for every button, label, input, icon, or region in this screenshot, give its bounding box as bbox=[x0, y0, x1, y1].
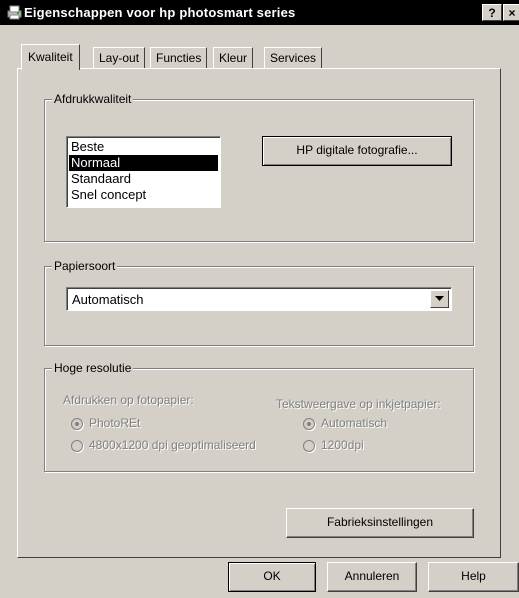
factory-defaults-button[interactable]: Fabrieksinstellingen bbox=[286, 508, 474, 538]
cancel-button[interactable]: Annuleren bbox=[327, 562, 417, 592]
print-quality-legend: Afdrukkwaliteit bbox=[52, 92, 134, 106]
hp-digital-photo-button[interactable]: HP digitale fotografie... bbox=[262, 136, 452, 166]
list-item-selected[interactable]: Normaal bbox=[69, 155, 218, 171]
printer-icon bbox=[6, 4, 23, 21]
title-bar: Eigenschappen voor hp photosmart series … bbox=[0, 0, 519, 25]
photoret-label: PhotoREt bbox=[89, 416, 141, 430]
list-item[interactable]: Standaard bbox=[69, 171, 218, 187]
list-item[interactable]: Snel concept bbox=[69, 187, 218, 203]
tab-kwaliteit[interactable]: Kwaliteit bbox=[21, 44, 80, 70]
high-resolution-legend: Hoge resolutie bbox=[52, 361, 134, 375]
text-auto-radio[interactable] bbox=[303, 418, 315, 430]
photo-paper-label: Afdrukken op fotopapier: bbox=[63, 393, 194, 407]
photoret-radio[interactable] bbox=[71, 418, 83, 430]
paper-type-select[interactable]: Automatisch bbox=[66, 287, 452, 311]
tab-services[interactable]: Services bbox=[264, 47, 323, 69]
ok-button[interactable]: OK bbox=[228, 562, 316, 592]
dropdown-arrow-button[interactable] bbox=[430, 290, 449, 308]
tab-layout[interactable]: Lay-out bbox=[93, 47, 146, 69]
tab-kleur[interactable]: Kleur bbox=[213, 47, 254, 69]
dpi-4800-radio[interactable] bbox=[71, 440, 83, 452]
paper-type-value: Automatisch bbox=[72, 292, 144, 307]
chevron-down-icon bbox=[435, 296, 444, 301]
dpi-1200-label: 1200dpi bbox=[321, 438, 364, 452]
window-title: Eigenschappen voor hp photosmart series bbox=[24, 5, 296, 20]
help-question-button[interactable]: ? bbox=[482, 4, 502, 21]
close-button[interactable]: × bbox=[503, 4, 519, 21]
dpi-4800-label: 4800x1200 dpi geoptimaliseerd bbox=[89, 438, 256, 452]
help-button[interactable]: Help bbox=[428, 562, 519, 592]
text-auto-label: Automatisch bbox=[321, 416, 388, 430]
paper-type-legend: Papiersoort bbox=[52, 259, 118, 273]
tab-functies[interactable]: Functies bbox=[150, 47, 208, 69]
list-item[interactable]: Beste bbox=[69, 139, 218, 155]
dpi-1200-radio[interactable] bbox=[303, 440, 315, 452]
print-quality-listbox[interactable]: Beste Normaal Standaard Snel concept bbox=[66, 136, 221, 208]
inkjet-text-label: Tekstweergave op inkjetpapier: bbox=[276, 397, 441, 411]
